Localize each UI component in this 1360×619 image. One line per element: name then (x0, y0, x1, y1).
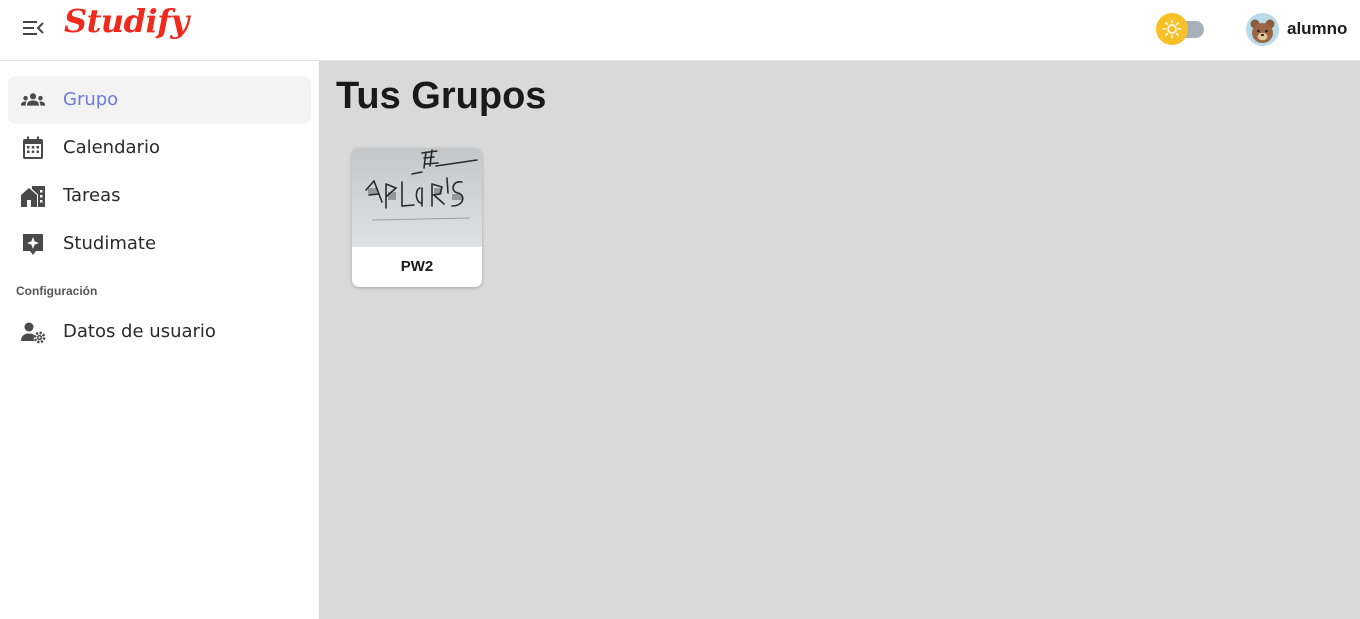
app-logo[interactable]: Studify (64, 2, 189, 40)
sidebar-item-label: Calendario (63, 137, 160, 158)
page-title: Tus Grupos (336, 75, 547, 117)
sidebar-item-label: Tareas (63, 185, 121, 206)
sidebar-item-grupo[interactable]: Grupo (8, 76, 311, 124)
sun-icon (1156, 13, 1188, 45)
sparkle-chat-icon (20, 232, 46, 256)
sidebar-item-label: Grupo (63, 89, 119, 110)
sidebar-item-tareas[interactable]: Tareas (8, 172, 311, 220)
sidebar-item-datos-de-usuario[interactable]: Datos de usuario (8, 308, 311, 356)
sidebar-item-label: Datos de usuario (63, 321, 216, 342)
top-bar: Studify alumno (0, 0, 1360, 61)
group-name: PW2 (400, 258, 434, 275)
calendar-icon (20, 136, 46, 160)
buildings-icon (20, 184, 46, 208)
theme-toggle[interactable] (1156, 13, 1206, 45)
group-thumbnail (352, 148, 482, 247)
group-card-pw2[interactable]: PW2 (352, 148, 482, 287)
user-gear-icon (20, 320, 46, 344)
user-name: alumno (1287, 19, 1348, 38)
sidebar-item-studimate[interactable]: Studimate (8, 220, 311, 268)
sidebar-item-label: Studimate (63, 233, 157, 254)
user-menu[interactable]: alumno (1246, 12, 1347, 46)
section-heading-configuracion: Configuración (16, 284, 98, 298)
bear-avatar-icon (1246, 12, 1279, 46)
sidebar-item-calendario[interactable]: Calendario (8, 124, 311, 172)
users-group-icon (20, 88, 46, 112)
main-content: Tus Grupos PW2 (319, 61, 1360, 619)
menu-collapse-icon[interactable] (20, 16, 46, 40)
sidebar: Grupo Calendario Tareas Studimate Config… (0, 61, 319, 619)
